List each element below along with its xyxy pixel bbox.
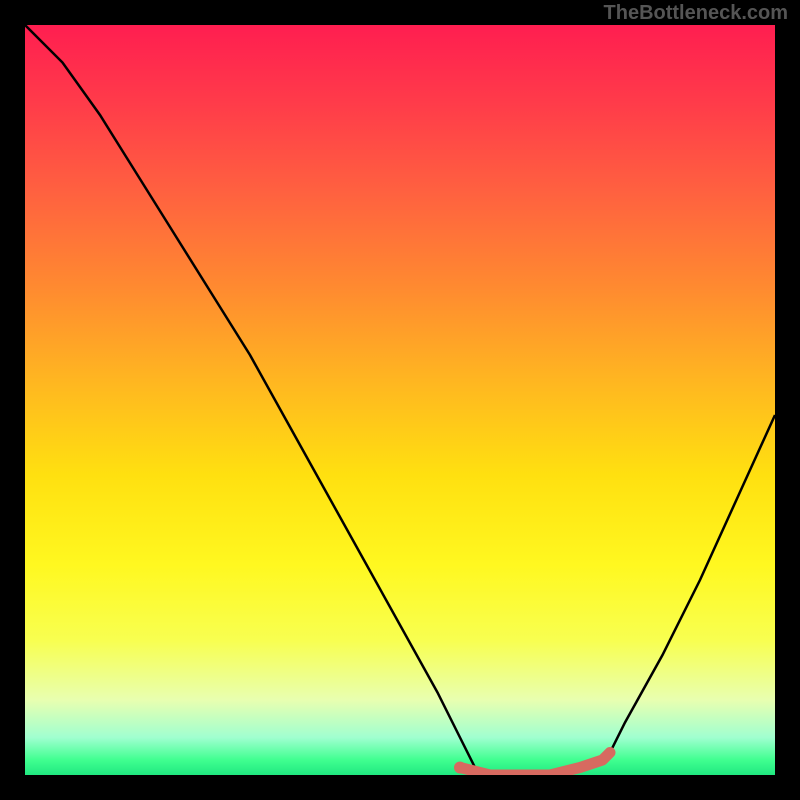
chart-curve-line [25, 25, 775, 775]
chart-plot-area [25, 25, 775, 775]
chart-svg [25, 25, 775, 775]
watermark-text: TheBottleneck.com [604, 2, 788, 25]
chart-highlight-markers [454, 753, 610, 776]
